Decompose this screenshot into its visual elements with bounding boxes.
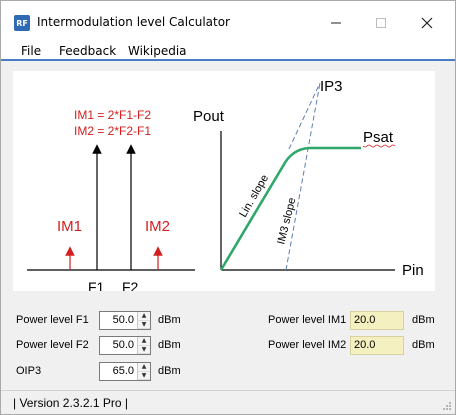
menu-bar: File Feedback Wikipedia <box>1 41 455 61</box>
menu-file[interactable]: File <box>21 44 41 58</box>
version-status: | Version 2.3.2.1 Pro | <box>13 396 128 410</box>
power-f2-input[interactable]: 50.0 ▲ ▼ <box>99 336 151 355</box>
formula-im2: IM2 = 2*F2-F1 <box>74 124 151 138</box>
spin-down-icon[interactable]: ▼ <box>138 320 150 329</box>
minimize-icon <box>331 22 341 24</box>
close-button[interactable] <box>407 9 447 37</box>
label-pin: Pin <box>402 262 424 279</box>
spin-up-icon[interactable]: ▲ <box>138 312 150 321</box>
power-f2-value[interactable]: 50.0 <box>100 337 137 354</box>
minimize-button[interactable] <box>316 9 356 37</box>
oip3-value[interactable]: 65.0 <box>100 363 137 380</box>
diagram-panel: IM1 = 2*F1-F2 IM2 = 2*F2-F1 IM1 IM2 F1 F… <box>13 71 435 295</box>
label-oip3: OIP3 <box>16 365 42 377</box>
label-ip3: IP3 <box>320 78 343 95</box>
label-pout: Pout <box>193 108 225 125</box>
unit-power-f2: dBm <box>158 339 181 351</box>
resize-grip-icon[interactable] <box>442 401 452 411</box>
spin-down-icon[interactable]: ▼ <box>138 371 150 380</box>
spin-up-icon[interactable]: ▲ <box>138 337 150 346</box>
label-power-im1: Power level IM1 <box>268 314 347 326</box>
unit-power-f1: dBm <box>158 314 181 326</box>
unit-power-im2: dBm <box>412 339 435 351</box>
close-icon <box>421 17 433 29</box>
lin-slope-extrapolation <box>288 82 321 150</box>
power-f1-input[interactable]: 50.0 ▲ ▼ <box>99 311 151 330</box>
power-f2-spinner[interactable]: ▲ ▼ <box>137 337 150 354</box>
power-im2-output: 20.0 <box>350 336 404 355</box>
im3-slope-line <box>285 82 321 271</box>
title-bar: RF Intermodulation level Calculator <box>1 1 455 41</box>
menu-wikipedia[interactable]: Wikipedia <box>128 44 187 58</box>
diagram-svg: IM1 = 2*F1-F2 IM2 = 2*F2-F1 IM1 IM2 F1 F… <box>27 78 424 295</box>
app-icon: RF <box>14 15 30 31</box>
unit-oip3: dBm <box>158 365 181 377</box>
power-f1-spinner[interactable]: ▲ ▼ <box>137 312 150 329</box>
spin-up-icon[interactable]: ▲ <box>138 363 150 372</box>
label-f1: F1 <box>88 279 105 291</box>
power-im1-output: 20.0 <box>350 311 404 330</box>
label-power-im2: Power level IM2 <box>268 339 347 351</box>
label-psat: Psat <box>363 129 394 146</box>
label-im1: IM1 <box>57 218 82 235</box>
label-im2: IM2 <box>145 218 170 235</box>
label-f2: F2 <box>122 279 139 291</box>
app-window: RF Intermodulation level Calculator File… <box>0 0 456 415</box>
power-f1-value[interactable]: 50.0 <box>100 312 137 329</box>
label-power-f2: Power level F2 <box>16 339 89 351</box>
formula-im1: IM1 = 2*F1-F2 <box>74 108 151 122</box>
oip3-input[interactable]: 65.0 ▲ ▼ <box>99 362 151 381</box>
window-title: Intermodulation level Calculator <box>37 15 230 29</box>
maximize-icon <box>376 18 386 28</box>
label-power-f1: Power level F1 <box>16 314 89 326</box>
maximize-button[interactable] <box>361 9 401 37</box>
spin-down-icon[interactable]: ▼ <box>138 345 150 354</box>
status-bar: | Version 2.3.2.1 Pro | <box>1 390 455 414</box>
menu-feedback[interactable]: Feedback <box>59 44 116 58</box>
unit-power-im1: dBm <box>412 314 435 326</box>
oip3-spinner[interactable]: ▲ ▼ <box>137 363 150 380</box>
